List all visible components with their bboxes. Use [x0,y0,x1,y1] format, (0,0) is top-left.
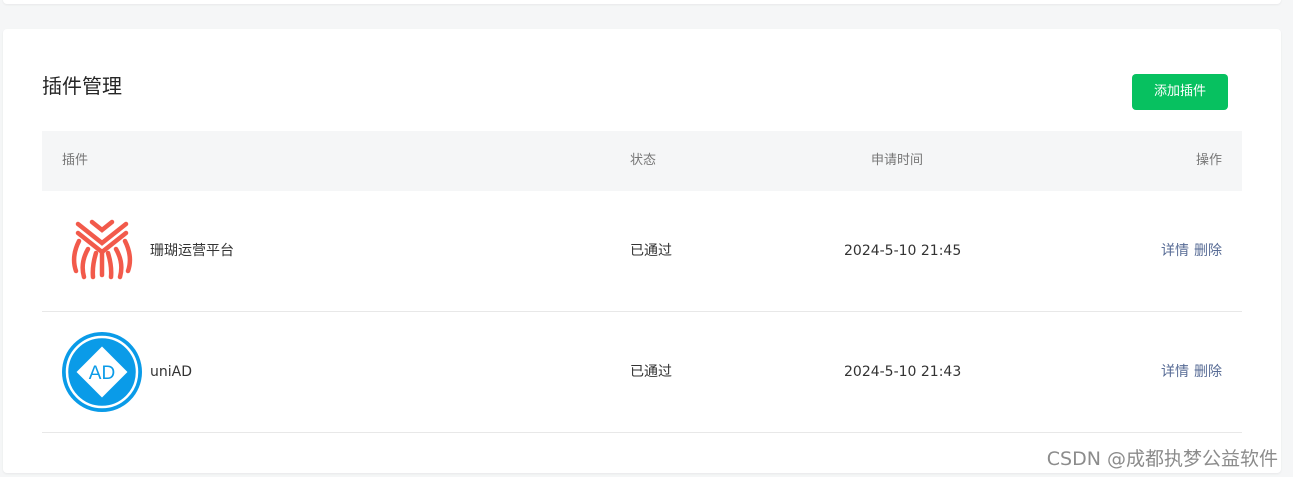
header-plugin: 插件 [62,153,89,168]
row-actions: 详情 删除 [1156,191,1222,311]
uniad-logo-icon: AD [62,332,142,412]
apply-time: 2024-5-10 21:45 [844,243,962,259]
plugin-table: 插件 状态 申请时间 操作 珊瑚运营平台 已通过 2024-5-10 21:45… [42,131,1242,433]
delete-link[interactable]: 删除 [1194,364,1222,380]
plugin-name: 珊瑚运营平台 [150,243,234,259]
add-plugin-button[interactable]: 添加插件 [1132,74,1228,110]
header-status: 状态 [630,153,657,168]
row-actions: 详情 删除 [1156,312,1222,432]
table-row: 珊瑚运营平台 已通过 2024-5-10 21:45 详情 删除 [42,191,1242,312]
status-text: 已通过 [630,243,672,259]
watermark: CSDN @成都执梦公益软件 [1046,448,1278,470]
plugin-name: uniAD [150,364,192,380]
plugin-management-card: 插件管理 添加插件 插件 状态 申请时间 操作 珊瑚运营平台 已通过 2024-… [3,29,1281,473]
table-header: 插件 状态 申请时间 操作 [42,131,1242,191]
coral-logo-icon [62,211,142,291]
page-title: 插件管理 [42,74,122,98]
top-card [3,0,1281,4]
header-actions: 操作 [1195,153,1222,168]
header-apply-time: 申请时间 [871,153,924,168]
delete-link[interactable]: 删除 [1194,243,1222,259]
svg-text:AD: AD [89,363,115,384]
status-text: 已通过 [630,364,672,380]
table-row: AD uniAD 已通过 2024-5-10 21:43 详情 删除 [42,312,1242,433]
apply-time: 2024-5-10 21:43 [844,364,962,380]
detail-link[interactable]: 详情 [1161,243,1189,259]
detail-link[interactable]: 详情 [1161,364,1189,380]
